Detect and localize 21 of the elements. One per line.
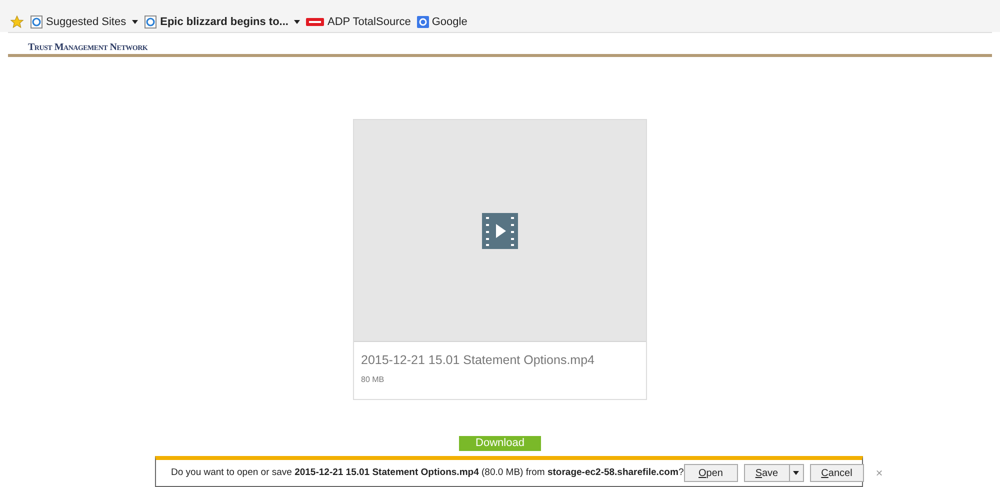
caret-icon (793, 471, 800, 475)
video-file-icon (482, 212, 518, 248)
logo-icon (416, 16, 429, 28)
dropdown-arrow-icon (294, 20, 300, 24)
file-name: 2015-12-21 15.01 Statement Options.mp4 (361, 352, 596, 369)
dropdown-arrow-icon (132, 20, 138, 24)
logo-icon (306, 17, 324, 27)
dialog-button[interactable]: Open (684, 464, 738, 482)
dialog-button[interactable]: Cancel (810, 464, 864, 482)
file-size: 80 MB (361, 374, 386, 386)
favorite-link[interactable]: Google (416, 14, 468, 30)
favorite-link[interactable]: ADP TotalSource (306, 14, 411, 30)
star-icon (10, 15, 24, 29)
favorite-link[interactable]: Epic blizzard begins to... (144, 14, 300, 30)
save-button[interactable]: Save (744, 464, 790, 482)
browser-page-icon (30, 15, 43, 29)
site-title: Trust Management Network (28, 41, 149, 55)
favorite-link[interactable]: Suggested Sites (30, 14, 138, 30)
browser-page-icon (144, 15, 158, 29)
dropdown-button[interactable] (790, 464, 804, 482)
download-prompt: Do you want to open or save 2015-12-21 15.01 Statement Options.mp4 (80.0 MB) from storage-ec2-58.sharefile.com? (171, 466, 684, 480)
